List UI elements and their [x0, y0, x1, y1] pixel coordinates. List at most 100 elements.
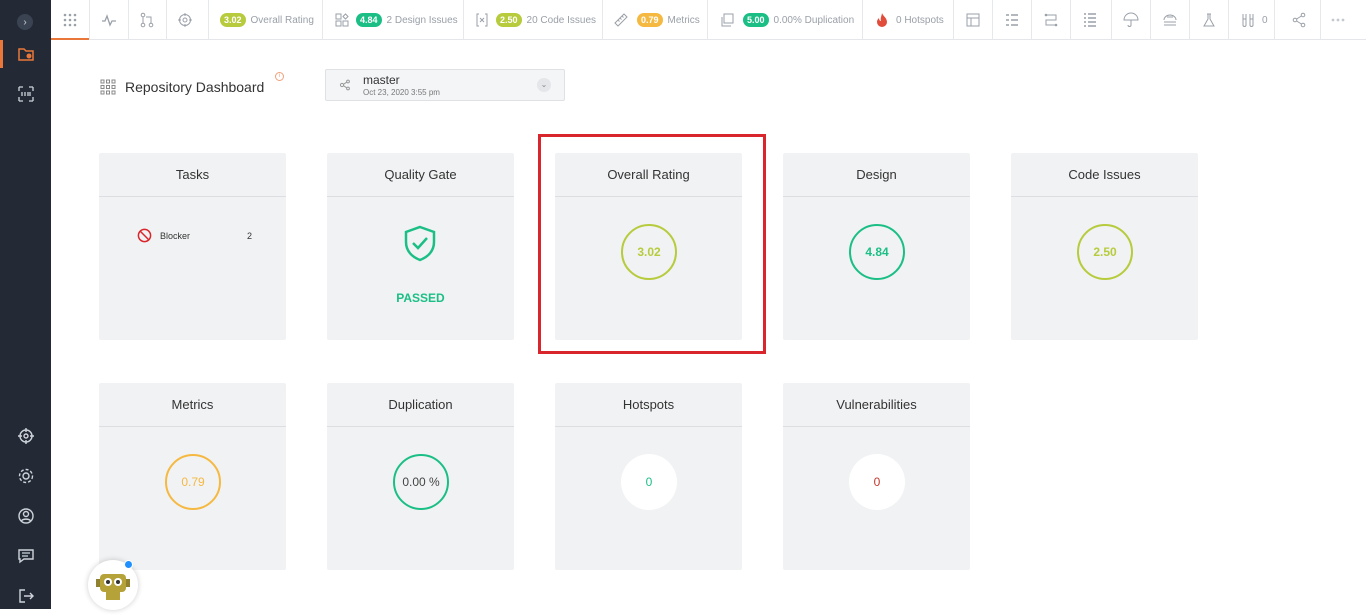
sidebar-item-scan[interactable] — [0, 76, 51, 112]
card-vulnerabilities[interactable]: Vulnerabilities 0 — [783, 383, 970, 570]
tab-code-issues[interactable]: 2.50 20 Code Issues — [474, 0, 596, 40]
crosshair-icon — [17, 428, 34, 444]
metrics-label: Metrics — [667, 14, 700, 26]
expand-sidebar-icon[interactable]: › — [17, 14, 33, 30]
code-pill: 2.50 — [496, 13, 522, 27]
tab-list[interactable] — [1004, 0, 1020, 40]
branch-icon — [339, 79, 350, 91]
metrics-pill: 0.79 — [637, 13, 663, 27]
design-issues-label: 2 Design Issues — [386, 14, 458, 26]
pulse-icon — [102, 14, 116, 27]
design-rating-ring: 4.84 — [849, 224, 905, 280]
tab-duplication[interactable]: 5.00 0.00% Duplication — [719, 0, 854, 40]
sidebar-item-repository[interactable] — [0, 36, 51, 72]
top-toolbar: 3.02 Overall Rating 4.84 2 Design Issues… — [51, 0, 1366, 40]
tab-security[interactable] — [1123, 0, 1139, 40]
branch-date: Oct 23, 2020 3:55 pm — [363, 88, 440, 97]
grid-icon — [100, 79, 116, 95]
notification-dot — [124, 560, 133, 569]
chevron-down-icon[interactable]: ⌄ — [537, 78, 551, 92]
sidebar-item-settings[interactable] — [0, 458, 51, 494]
card-title: Duplication — [327, 383, 514, 427]
list-icon — [1006, 14, 1018, 26]
layout-icon — [966, 13, 980, 27]
more-dots-icon — [1331, 18, 1345, 22]
tab-hotspots[interactable]: 0 Hotspots — [874, 0, 944, 40]
metrics-ring: 0.79 — [165, 454, 221, 510]
active-tab-indicator — [51, 38, 89, 40]
tab-database[interactable] — [1162, 0, 1178, 40]
card-duplication[interactable]: Duplication 0.00 % — [327, 383, 514, 570]
logout-icon — [18, 589, 34, 603]
tab-tests[interactable]: 0 — [1240, 0, 1268, 40]
tab-layout[interactable] — [965, 0, 981, 40]
flame-icon — [877, 13, 887, 27]
card-title: Hotspots — [555, 383, 742, 427]
tab-dashboard[interactable] — [62, 0, 78, 40]
overall-rating-pill: 3.02 — [220, 13, 246, 27]
tab-share[interactable] — [1291, 0, 1307, 40]
blocker-count: 2 — [246, 230, 252, 241]
tab-branches[interactable] — [139, 0, 155, 40]
blocker-label: Blocker — [160, 230, 191, 241]
ruler-icon — [614, 13, 628, 27]
tab-target[interactable] — [177, 0, 193, 40]
hotspots-count: 0 — [621, 454, 677, 510]
card-quality-gate[interactable]: Quality Gate PASSED — [327, 153, 514, 340]
code-issues-ring: 2.50 — [1077, 224, 1133, 280]
tab-more[interactable] — [1330, 0, 1346, 40]
duplication-label: 0.00% Duplication — [773, 14, 855, 26]
gear-icon — [18, 468, 33, 484]
page-title-text: Repository Dashboard — [125, 79, 265, 95]
vulnerabilities-count: 0 — [849, 454, 905, 510]
copy-icon — [721, 13, 734, 27]
card-title: Design — [783, 153, 970, 197]
info-icon[interactable]: i — [275, 72, 284, 81]
duplication-pill: 5.00 — [743, 13, 769, 27]
code-brackets-icon — [476, 13, 488, 27]
tab-lab[interactable] — [1201, 0, 1217, 40]
task-blocker-row[interactable]: Blocker 2 — [137, 228, 252, 243]
tab-flow[interactable] — [1043, 0, 1059, 40]
barcode-icon — [17, 86, 34, 102]
tab-design[interactable]: 4.84 2 Design Issues — [334, 0, 458, 40]
umbrella-icon — [1123, 12, 1139, 27]
tab-overall-rating[interactable]: 3.02 Overall Rating — [220, 0, 314, 40]
grid-icon — [63, 13, 77, 27]
share-icon — [1292, 12, 1306, 28]
flow-icon — [1044, 13, 1058, 27]
page-title: Repository Dashboard — [100, 77, 264, 97]
card-hotspots[interactable]: Hotspots 0 — [555, 383, 742, 570]
code-issues-label: 20 Code Issues — [526, 14, 597, 26]
card-title: Code Issues — [1011, 153, 1198, 197]
card-design[interactable]: Design 4.84 — [783, 153, 970, 340]
overall-rating-label: Overall Rating — [250, 14, 314, 26]
card-code-issues[interactable]: Code Issues 2.50 — [1011, 153, 1198, 340]
flask-icon — [1203, 13, 1215, 27]
test-tubes-icon — [1242, 14, 1254, 27]
folder-icon — [17, 48, 34, 61]
sidebar-item-profile[interactable] — [0, 498, 51, 534]
shield-check-icon — [404, 225, 436, 262]
sidebar-item-messages[interactable] — [0, 538, 51, 574]
chat-icon — [17, 549, 34, 564]
card-tasks[interactable]: Tasks Blocker 2 — [99, 153, 286, 340]
hotspots-label: 0 Hotspots — [896, 14, 944, 26]
left-sidebar: › — [0, 0, 51, 609]
database-icon — [1163, 14, 1177, 26]
checklist-icon — [1084, 13, 1096, 27]
card-title: Metrics — [99, 383, 286, 427]
tab-activity[interactable] — [101, 0, 117, 40]
sidebar-item-target[interactable] — [0, 418, 51, 454]
git-branch-icon — [140, 12, 154, 28]
tab-checklist[interactable] — [1082, 0, 1098, 40]
design-blocks-icon — [335, 13, 349, 27]
branch-selector[interactable]: master Oct 23, 2020 3:55 pm ⌄ — [325, 69, 565, 101]
tab-metrics[interactable]: 0.79 Metrics — [613, 0, 700, 40]
card-metrics[interactable]: Metrics 0.79 — [99, 383, 286, 570]
duplication-ring: 0.00 % — [393, 454, 449, 510]
card-title: Vulnerabilities — [783, 383, 970, 427]
highlight-box — [538, 134, 766, 354]
card-title: Tasks — [99, 153, 286, 197]
crosshair-icon — [178, 13, 192, 27]
